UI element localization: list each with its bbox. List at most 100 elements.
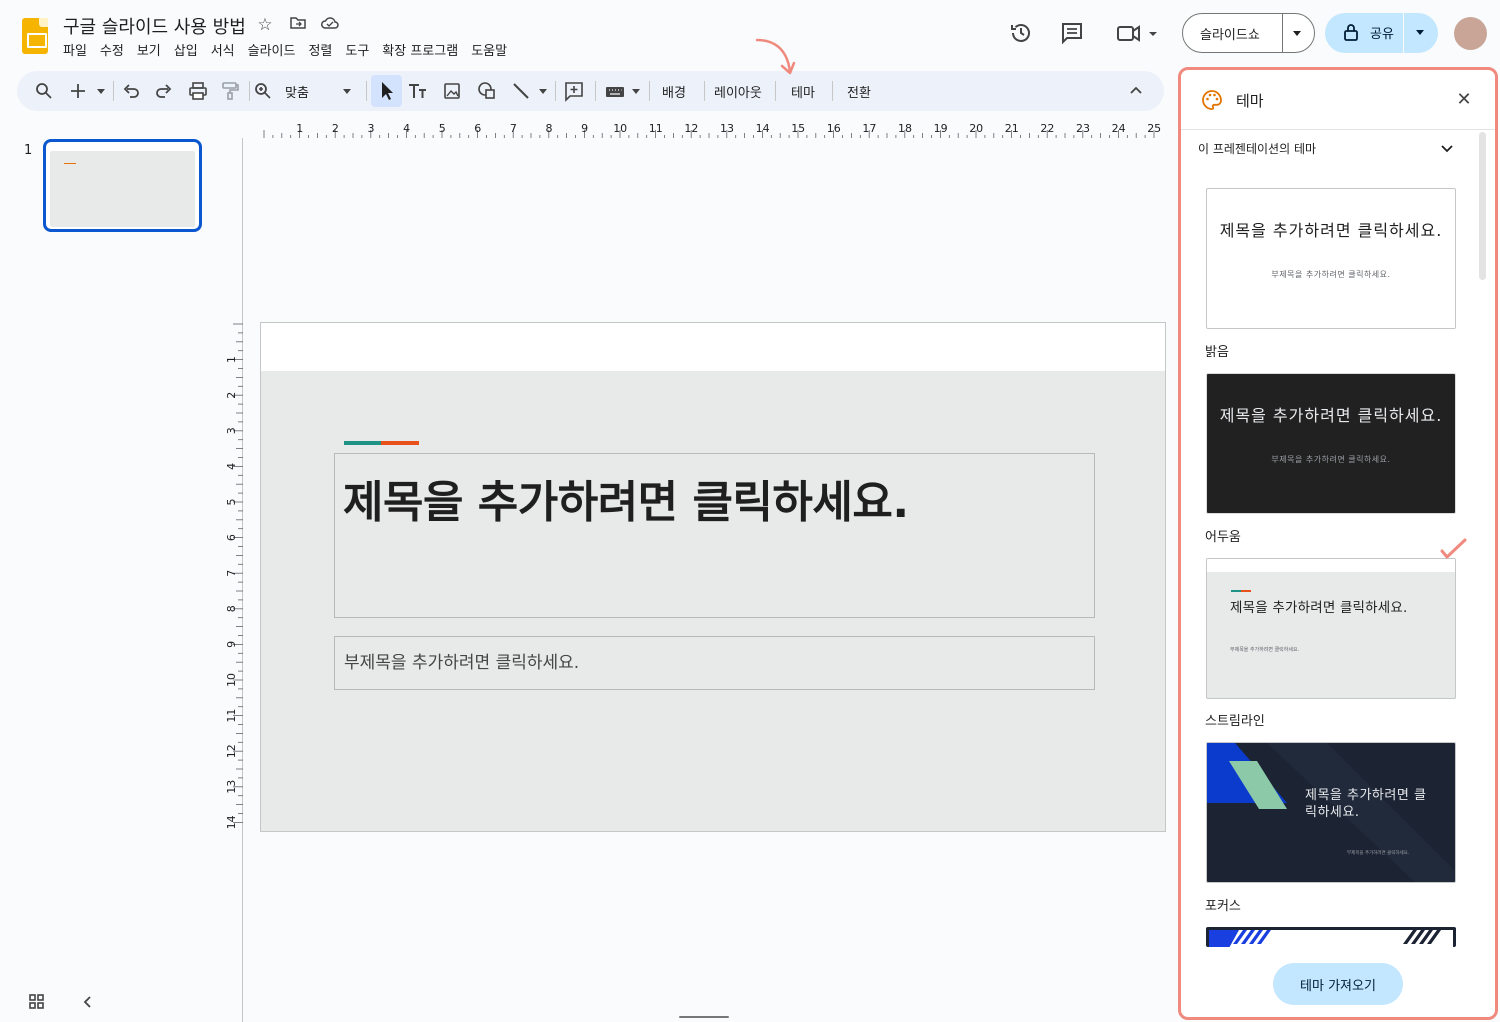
ruler-number: 8 [546,122,553,135]
menu-format[interactable]: 서식 [211,40,235,59]
line-icon[interactable] [509,79,533,103]
slideshow-button[interactable]: 슬라이드쇼 [1182,13,1315,53]
transition-button[interactable]: 전환 [847,82,871,101]
comments-icon[interactable] [1059,20,1085,46]
ruler-number: 3 [227,427,238,434]
theme-name-light: 밝음 [1205,345,1229,360]
input-tools-dropdown-icon[interactable] [632,89,640,94]
cloud-status-icon[interactable] [319,14,341,36]
menu-tools[interactable]: 도구 [345,40,369,59]
zoom-icon[interactable] [251,79,275,103]
ruler-number: 18 [898,122,912,135]
print-icon[interactable] [186,79,210,103]
grid-view-icon[interactable] [28,993,46,1011]
theme-preview-subtitle: 부제목을 추가하려면 클릭하세요. [1230,647,1300,653]
panel-title: 테마 [1236,92,1264,110]
search-menus-icon[interactable] [32,79,56,103]
slide-canvas[interactable]: 제목을 추가하려면 클릭하세요. 부제목을 추가하려면 클릭하세요. [260,322,1166,832]
toolbar-divider [704,81,705,101]
ruler-number: 1 [296,122,303,135]
toolbar-divider [555,81,556,101]
slide-thumbnail[interactable] [43,139,202,232]
theme-card-streamline[interactable]: 제목을 추가하려면 클릭하세요. 부제목을 추가하려면 클릭하세요. [1206,558,1456,699]
menu-edit[interactable]: 수정 [100,40,124,59]
menu-help[interactable]: 도움말 [471,40,507,59]
lock-icon [1343,23,1359,45]
slide-thumbnail-accent [64,163,76,164]
palette-icon [1201,89,1223,111]
theme-card-light[interactable]: 제목을 추가하려면 클릭하세요. 부제목을 추가하려면 클릭하세요. [1206,188,1456,329]
add-comment-icon[interactable] [562,79,586,103]
slideshow-label: 슬라이드쇼 [1200,28,1260,43]
import-theme-button[interactable]: 테마 가져오기 [1273,963,1403,1005]
input-tools-icon[interactable] [603,79,627,103]
new-slide-dropdown-icon[interactable] [97,89,105,94]
share-divider [1403,13,1404,53]
theme-card-focus[interactable]: 제목을 추가하려면 클릭하세요. 부제목을 추가하려면 클릭하세요. [1206,742,1456,883]
move-folder-icon[interactable] [287,14,309,36]
slides-logo[interactable] [22,18,48,54]
menu-arrange[interactable]: 정렬 [308,40,332,59]
ruler-number: 12 [227,744,238,758]
theme-card-next[interactable] [1206,927,1456,947]
menu-extensions[interactable]: 확장 프로그램 [382,40,458,59]
toolbar-divider [366,81,367,101]
text-box-icon[interactable] [406,79,430,103]
import-theme-label: 테마 가져오기 [1300,979,1376,994]
theme-preview-accent-teal [1231,590,1241,592]
speaker-notes-resize-handle[interactable] [679,1016,729,1018]
star-icon[interactable]: ☆ [254,14,276,36]
subtitle-placeholder[interactable]: 부제목을 추가하려면 클릭하세요. [334,636,1095,690]
menu-slide[interactable]: 슬라이드 [248,40,296,59]
ruler-number: 25 [1147,122,1161,135]
ruler-number: 14 [756,122,770,135]
line-dropdown-icon[interactable] [539,89,547,94]
background-button[interactable]: 배경 [662,82,686,101]
paint-format-icon[interactable] [218,79,242,103]
theme-name-focus: 포커스 [1205,899,1241,914]
layout-button[interactable]: 레이아웃 [714,82,762,101]
share-dropdown-icon[interactable] [1416,30,1424,35]
panel-scrollbar[interactable] [1479,132,1486,280]
share-button[interactable]: 공유 [1325,13,1438,53]
slide-number: 1 [24,143,33,158]
theme-preview-subtitle: 부제목을 추가하려면 클릭하세요. [1347,851,1410,856]
ruler-number: 5 [227,499,238,506]
zoom-dropdown-icon[interactable] [343,89,351,94]
ruler-number: 4 [227,463,238,470]
theme-name-dark: 어두움 [1205,530,1241,545]
theme-source-dropdown[interactable]: 이 프레젠테이션의 테마 [1181,131,1471,165]
ruler-number: 16 [827,122,841,135]
version-history-icon[interactable] [1008,20,1034,46]
theme-card-dark[interactable]: 제목을 추가하려면 클릭하세요. 부제목을 추가하려면 클릭하세요. [1206,373,1456,514]
collapse-filmstrip-icon[interactable] [79,993,97,1011]
close-icon[interactable]: ✕ [1454,90,1474,110]
undo-icon[interactable] [119,79,143,103]
zoom-select[interactable]: 맞춤 [285,82,309,101]
avatar[interactable] [1454,17,1487,50]
ruler-number: 11 [227,709,238,723]
ruler-number: 5 [439,122,446,135]
theme-preview-subtitle: 부제목을 추가하려면 클릭하세요. [1271,270,1391,279]
theme-preview-title: 제목을 추가하려면 클릭하세요. [1305,788,1427,820]
ruler-number: 15 [791,122,805,135]
menu-file[interactable]: 파일 [63,40,87,59]
slideshow-dropdown-icon[interactable] [1293,31,1301,36]
document-title[interactable]: 구글 슬라이드 사용 방법 [63,13,246,39]
theme-preview-stripes [1209,930,1441,947]
chevron-down-icon [1439,140,1455,156]
redo-icon[interactable] [152,79,176,103]
menu-view[interactable]: 보기 [137,40,161,59]
collapse-toolbar-icon[interactable] [1124,79,1148,103]
menu-insert[interactable]: 삽입 [174,40,198,59]
theme-button[interactable]: 테마 [791,82,815,101]
meet-camera-icon[interactable] [1115,20,1159,46]
toolbar-divider [595,81,596,101]
new-slide-icon[interactable] [66,79,90,103]
vertical-ruler: 1234567891011121314 [227,323,243,829]
title-placeholder[interactable]: 제목을 추가하려면 클릭하세요. [334,453,1095,618]
toolbar-divider [113,81,114,101]
insert-image-icon[interactable] [440,79,464,103]
shape-icon[interactable] [475,79,499,103]
select-tool-button[interactable] [371,75,402,107]
